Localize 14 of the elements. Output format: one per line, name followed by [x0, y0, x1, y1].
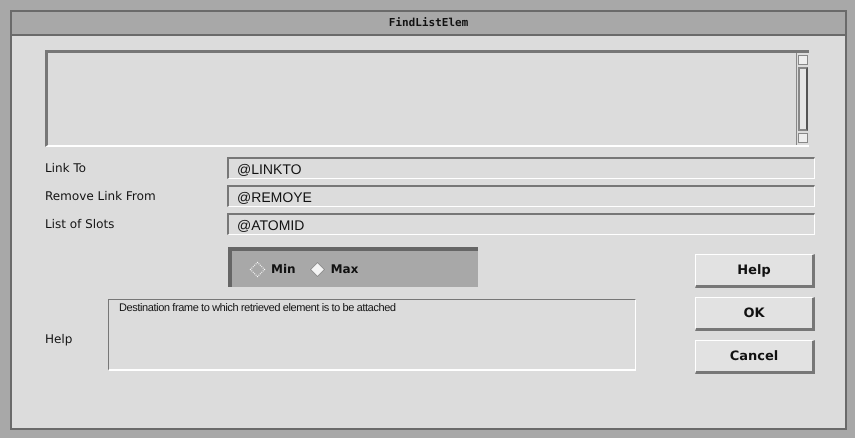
input-field[interactable]: @REMOYE [227, 185, 815, 207]
dialog-button[interactable]: Cancel [695, 340, 815, 374]
field-label: Remove Link From [45, 189, 157, 203]
input-field[interactable]: @LINKTO [227, 157, 815, 179]
help-text: Destination frame to which retrieved element is to be attached [108, 299, 636, 371]
input-field[interactable]: @ATOMID [227, 213, 815, 235]
radio-button[interactable]: Min [252, 262, 296, 276]
help-label: Help [45, 332, 74, 346]
field-label: List of Slots [45, 217, 116, 231]
dialog-button[interactable]: OK [695, 297, 815, 331]
window-title: FindListElem [12, 12, 845, 36]
field-label: Link To [45, 161, 88, 175]
radio-button[interactable]: Max [312, 262, 358, 276]
dialog-button[interactable]: Help [695, 254, 815, 288]
